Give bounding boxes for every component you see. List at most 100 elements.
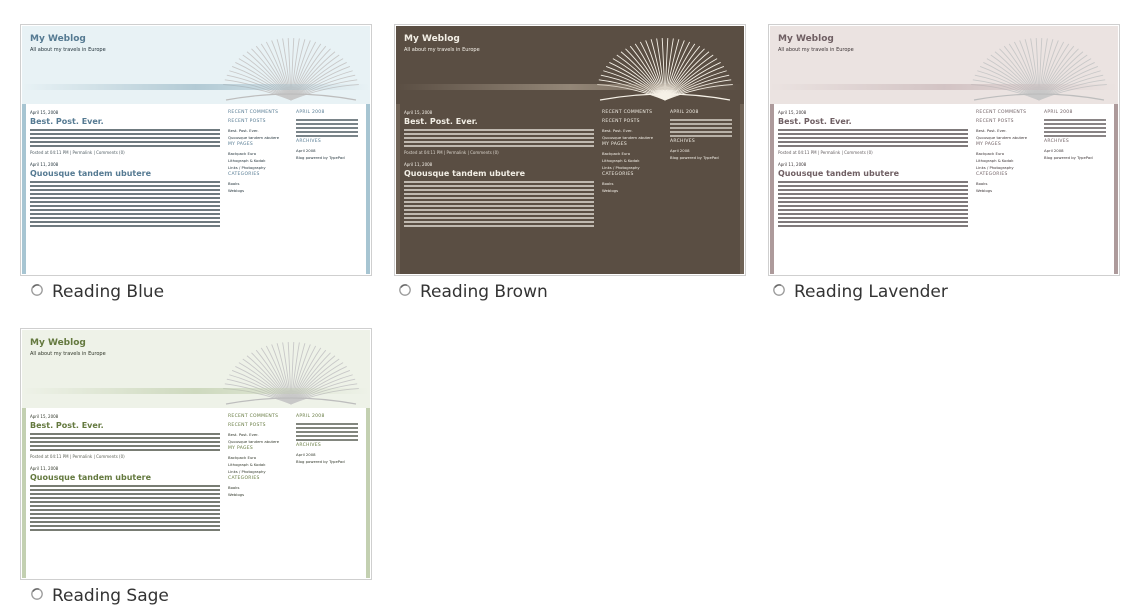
calendar-row xyxy=(296,135,358,137)
side-item: Books xyxy=(976,181,988,186)
calendar-row xyxy=(296,435,358,437)
side-item: Weblogs xyxy=(602,188,619,193)
side-head: RECENT POSTS xyxy=(228,119,266,124)
calendar-row xyxy=(296,131,358,133)
radio-button-unchecked-icon[interactable] xyxy=(30,587,44,601)
preview-date: April 15, 2008 xyxy=(30,110,59,115)
open-book-icon xyxy=(971,38,1107,101)
text-line xyxy=(30,181,220,183)
calendar-row xyxy=(1044,131,1106,133)
theme-label[interactable]: Reading Sage xyxy=(52,586,169,606)
text-line xyxy=(30,205,220,207)
text-line xyxy=(30,525,220,527)
text-line xyxy=(404,193,594,195)
preview-post-title-2: Quousque tandem ubutere xyxy=(778,169,900,178)
text-line xyxy=(778,201,968,203)
theme-label[interactable]: Reading Blue xyxy=(52,282,164,302)
text-line xyxy=(30,485,220,487)
header-ribbon xyxy=(396,84,744,90)
theme-label[interactable]: Reading Lavender xyxy=(794,282,948,302)
calendar-row xyxy=(296,127,358,129)
side-item: Links / Photography xyxy=(228,469,266,474)
side-item: Best. Post. Ever. xyxy=(976,128,1007,133)
side-head: RECENT COMMENTS xyxy=(228,110,279,115)
preview-main-column: April 15, 2008 Best. Post. Ever. Posted … xyxy=(30,110,220,274)
text-line xyxy=(30,217,220,219)
theme-preview-thumbnail[interactable]: My Weblog All about my travels in Europe… xyxy=(768,24,1120,276)
text-line xyxy=(778,145,968,147)
theme-preview-thumbnail[interactable]: My Weblog All about my travels in Europe… xyxy=(20,24,372,276)
side-head: RECENT POSTS xyxy=(976,119,1014,124)
side-item: April 2008 xyxy=(296,148,316,153)
text-line xyxy=(404,209,594,211)
thumbnail-content: My Weblog All about my travels in Europe… xyxy=(396,26,744,274)
text-line xyxy=(778,137,968,139)
preview-post-title: Best. Post. Ever. xyxy=(404,117,478,126)
side-item: Lithograph & Kodak xyxy=(228,158,266,163)
side-head: CATEGORIES xyxy=(228,172,260,177)
sidebar-col-right: APRIL 2008 ARCHIVES April 2008 Blog powe… xyxy=(296,414,358,466)
radio-button-unchecked-icon[interactable] xyxy=(398,283,412,297)
theme-preview-thumbnail[interactable]: My Weblog All about my travels in Europe… xyxy=(394,24,746,276)
preview-blog-subtitle: All about my travels in Europe xyxy=(404,47,480,53)
text-line xyxy=(778,217,968,219)
preview-left-edge xyxy=(22,104,26,274)
text-line xyxy=(404,197,594,199)
calendar-row xyxy=(1044,135,1106,137)
text-line xyxy=(30,449,220,451)
preview-post-title: Best. Post. Ever. xyxy=(30,117,104,126)
sidebar-col-right: APRIL 2008 ARCHIVES April 2008 Blog powe… xyxy=(1044,110,1106,162)
side-head: RECENT POSTS xyxy=(602,119,640,124)
thumbnail-content: My Weblog All about my travels in Europe… xyxy=(770,26,1118,274)
calendar-row xyxy=(670,135,732,137)
text-line xyxy=(30,497,220,499)
side-head: ARCHIVES xyxy=(1044,139,1070,144)
calendar-row xyxy=(1044,123,1106,125)
preview-post-title: Best. Post. Ever. xyxy=(778,117,852,126)
preview-main-column: April 15, 2008 Best. Post. Ever. Posted … xyxy=(778,110,968,274)
theme-label[interactable]: Reading Brown xyxy=(420,282,548,302)
sidebar-col-right: APRIL 2008 ARCHIVES April 2008 Blog powe… xyxy=(670,110,732,162)
preview-post-title-2: Quousque tandem ubutere xyxy=(30,473,152,482)
text-line xyxy=(778,193,968,195)
side-item: Links / Photography xyxy=(228,165,266,170)
preview-date-2: April 11, 2008 xyxy=(404,162,433,167)
text-line xyxy=(30,221,220,223)
side-head: CATEGORIES xyxy=(602,172,634,177)
side-item: Backpack Euro xyxy=(602,151,631,156)
side-item: Quousque tandem abutere xyxy=(228,439,280,444)
side-item: Books xyxy=(228,485,240,490)
radio-button-unchecked-icon[interactable] xyxy=(772,283,786,297)
text-line xyxy=(404,201,594,203)
text-line xyxy=(404,213,594,215)
header-ribbon xyxy=(22,388,370,394)
side-head: MY PAGES xyxy=(976,142,1002,147)
post-meta: Posted at 04:11 PM | Permalink | Comment… xyxy=(30,454,125,459)
side-item: Weblogs xyxy=(228,492,245,497)
post-meta: Posted at 04:11 PM | Permalink | Comment… xyxy=(778,150,873,155)
side-item: Quousque tandem abutere xyxy=(976,135,1028,140)
side-item: Best. Post. Ever. xyxy=(602,128,633,133)
preview-right-edge xyxy=(1114,104,1118,274)
radio-button-unchecked-icon[interactable] xyxy=(30,283,44,297)
side-item: April 2008 xyxy=(1044,148,1064,153)
preview-date-2: April 11, 2008 xyxy=(30,162,59,167)
preview-sidebar: RECENT COMMENTS RECENT POSTS Best. Post.… xyxy=(602,110,736,274)
side-item: Best. Post. Ever. xyxy=(228,128,259,133)
side-item: Books xyxy=(602,181,614,186)
text-line xyxy=(404,205,594,207)
calendar-row xyxy=(296,427,358,429)
preview-left-edge xyxy=(22,408,26,578)
text-line xyxy=(404,145,594,147)
thumbnail-content: My Weblog All about my travels in Europe… xyxy=(22,330,370,578)
header-ribbon xyxy=(770,84,1118,90)
text-line xyxy=(30,189,220,191)
side-head: MY PAGES xyxy=(228,446,254,451)
side-item: Blog powered by TypePad xyxy=(670,155,719,160)
text-line xyxy=(778,133,968,135)
theme-preview-thumbnail[interactable]: My Weblog All about my travels in Europe… xyxy=(20,328,372,580)
text-line xyxy=(30,133,220,135)
side-item: Weblogs xyxy=(228,188,245,193)
preview-sidebar: RECENT COMMENTS RECENT POSTS Best. Post.… xyxy=(228,414,362,578)
preview-blog-title: My Weblog xyxy=(30,338,86,348)
